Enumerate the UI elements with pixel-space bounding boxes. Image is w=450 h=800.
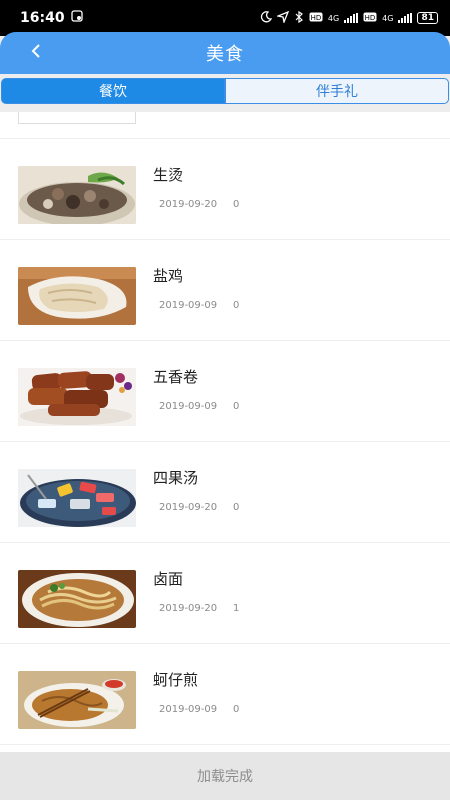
sim-card-icon: [70, 10, 83, 26]
item-title: 五香卷: [153, 368, 199, 386]
item-date: 2019-09-09: [159, 704, 218, 715]
item-title: 四果汤: [153, 469, 199, 487]
hd-icon: HD: [309, 12, 323, 25]
location-icon: [275, 10, 290, 26]
bluetooth-icon: [294, 10, 304, 26]
item-view-count: 0: [233, 502, 240, 513]
svg-text:HD: HD: [311, 14, 322, 22]
item-title: 生烫: [153, 166, 184, 184]
item-title: 蚵仔煎: [153, 671, 199, 689]
item-date: 2019-09-20: [159, 502, 218, 513]
salt-chicken-image: [18, 267, 136, 325]
network-label-1: 4G: [327, 13, 340, 23]
item-date: 2019-09-09: [159, 401, 218, 412]
fruit-dessert-soup-image: [18, 469, 136, 527]
five-spice-roll-image: [18, 368, 136, 426]
hd-icon: HD: [363, 12, 377, 25]
back-button[interactable]: [22, 39, 50, 67]
item-view-count: 0: [233, 704, 240, 715]
tab-dining[interactable]: 餐饮: [1, 78, 225, 104]
list-item[interactable]: 蚵仔煎 2019-09-09 0: [0, 644, 450, 745]
battery-level: 81: [421, 13, 434, 23]
list-item[interactable]: 四果汤 2019-09-20 0: [0, 442, 450, 543]
network-label-2: 4G: [382, 13, 394, 23]
item-view-count: 0: [233, 401, 240, 412]
load-complete-footer: 加载完成: [0, 752, 450, 800]
braised-noodle-image: [18, 570, 136, 628]
item-date: 2019-09-09: [159, 300, 218, 311]
svg-text:HD: HD: [365, 14, 376, 22]
item-view-count: 0: [233, 199, 240, 210]
item-title: 卤面: [153, 570, 184, 588]
soup-dish-image: [18, 166, 136, 224]
page-title: 美食: [206, 44, 244, 65]
list-item[interactable]: 卤面 2019-09-20 1: [0, 543, 450, 644]
list-item[interactable]: 五香卷 2019-09-09 0: [0, 341, 450, 442]
moon-icon: [260, 10, 272, 26]
tab-souvenirs[interactable]: 伴手礼: [225, 78, 449, 104]
item-view-count: 1: [233, 603, 240, 614]
item-date: 2019-09-20: [159, 199, 218, 210]
item-date: 2019-09-20: [159, 603, 218, 614]
item-title: 盐鸡: [153, 267, 184, 285]
partial-list-item: [18, 112, 136, 124]
category-tabs: 餐饮 伴手礼: [0, 78, 450, 104]
status-bar: 16:40 HD 4G HD 4G 81: [0, 0, 450, 36]
wifi-icon: [398, 13, 413, 23]
app-header: 美食: [0, 32, 450, 74]
status-time: 16:40: [20, 10, 65, 26]
chevron-left-icon: [29, 43, 43, 63]
list-item[interactable]: 盐鸡 2019-09-09 0: [0, 240, 450, 341]
list-item[interactable]: 生烫 2019-09-20 0: [0, 139, 450, 240]
battery-icon: 81: [417, 12, 438, 24]
item-view-count: 0: [233, 300, 240, 311]
signal-icon: [344, 13, 359, 23]
load-status-text: 加载完成: [197, 769, 253, 785]
oyster-omelette-image: [18, 671, 136, 729]
food-list[interactable]: 生烫 2019-09-20 0 盐鸡 2019-09-09 0 五香卷 2019…: [0, 112, 450, 752]
